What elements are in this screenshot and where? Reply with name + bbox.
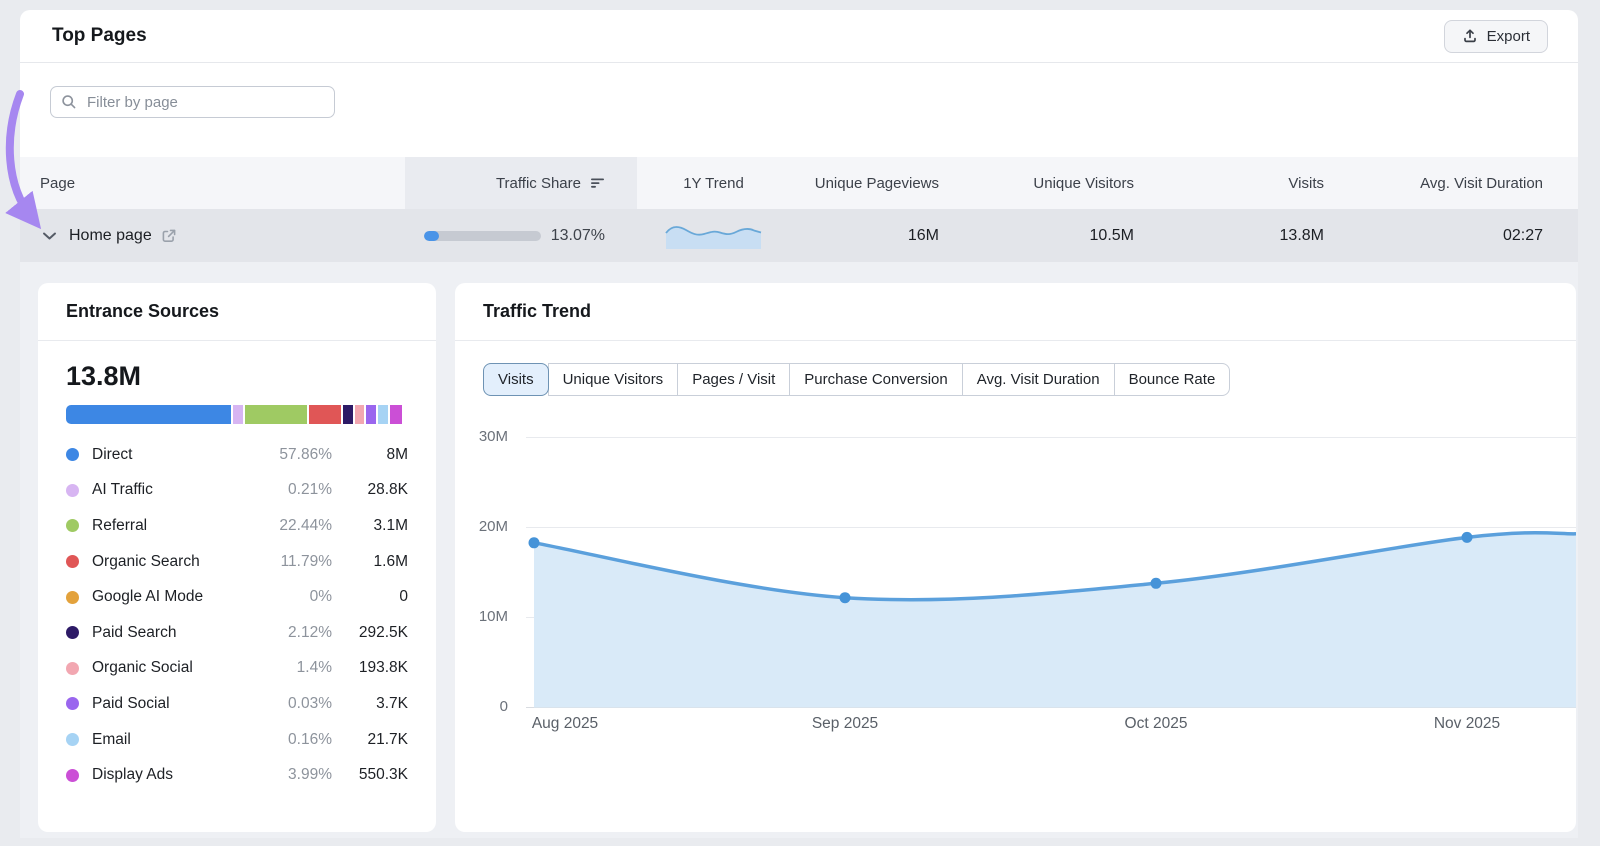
y-tick-0: 0 — [499, 698, 508, 715]
legend-dot — [66, 483, 79, 497]
tab-pages-per-visit[interactable]: Pages / Visit — [677, 363, 791, 396]
stacked-bar-segment — [378, 405, 389, 424]
column-header-unique-visitors[interactable]: Unique Visitors — [963, 157, 1158, 209]
x-tick-label: Sep 2025 — [811, 715, 879, 732]
column-header-page[interactable]: Page — [20, 157, 405, 209]
data-point-aug-2025 — [528, 537, 540, 549]
traffic-trend-title: Traffic Trend — [455, 283, 1576, 341]
x-axis-labels: Aug 2025 Sep 2025 Oct 2025 Nov 2025 — [526, 715, 1576, 737]
y-tick-30m: 30M — [478, 428, 508, 445]
filter-input[interactable] — [50, 86, 335, 118]
legend-item: Referral 22.44% 3.1M — [66, 508, 408, 544]
collapse-chevron-icon[interactable] — [42, 231, 57, 241]
legend-item: Display Ads 3.99% 550.3K — [66, 757, 408, 793]
stacked-bar-segment — [66, 405, 231, 424]
legend-dot — [66, 733, 79, 747]
legend-item: Google AI Mode 0% 0 — [66, 579, 408, 615]
1y-trend-sparkline — [664, 221, 764, 251]
legend-item: Email 0.16% 21.7K — [66, 722, 408, 758]
export-button[interactable]: Export — [1443, 19, 1548, 53]
traffic-trend-panel: Traffic Trend Visits Unique Visitors Pag… — [455, 283, 1576, 832]
tab-visits[interactable]: Visits — [483, 363, 549, 396]
table-row: Home page 13.07% 16M 10.5M 13.8M 02:27 — [20, 209, 1578, 262]
sort-descending-icon — [590, 177, 605, 189]
legend-dot — [66, 768, 79, 782]
table-header-row: Page Traffic Share 1Y Trend Unique Pagev… — [20, 157, 1578, 209]
stacked-bar-segment — [355, 405, 365, 424]
x-tick-label: Aug 2025 — [531, 715, 599, 732]
export-upload-icon — [1462, 28, 1478, 44]
legend-dot — [66, 661, 79, 675]
x-tick-label: Nov 2025 — [1433, 715, 1501, 732]
y-tick-10m: 10M — [478, 608, 508, 625]
column-header-unique-pageviews[interactable]: Unique Pageviews — [790, 157, 963, 209]
stacked-bar-segment — [308, 405, 342, 424]
legend-item: Paid Search 2.12% 292.5K — [66, 615, 408, 651]
column-header-traffic-share[interactable]: Traffic Share — [405, 157, 637, 209]
tab-bounce-rate[interactable]: Bounce Rate — [1113, 363, 1231, 396]
legend-item: Organic Search 11.79% 1.6M — [66, 544, 408, 580]
legend-dot — [66, 448, 79, 462]
traffic-share-bar — [423, 230, 541, 241]
traffic-share-value: 13.07% — [550, 226, 605, 244]
x-tick-label: Oct 2025 — [1124, 715, 1188, 732]
entrance-sources-legend: Direct 57.86% 8M AI Traffic 0.21% 28.8K Refe… — [66, 437, 408, 793]
card-header: Top Pages Export — [20, 10, 1578, 63]
legend-dot — [66, 555, 79, 569]
legend-item: AI Traffic 0.21% 28.8K — [66, 473, 408, 509]
legend-dot — [66, 626, 79, 640]
stacked-bar-segment — [343, 405, 354, 424]
legend-item: Paid Social 0.03% 3.7K — [66, 686, 408, 722]
expanded-row-details: Entrance Sources 13.8M Direct 57.86% 8M AI… — [20, 262, 1578, 838]
entrance-sources-stacked-bar — [66, 405, 408, 424]
search-icon — [61, 94, 77, 115]
legend-dot — [66, 590, 79, 604]
legend-item: Direct 57.86% 8M — [66, 437, 408, 473]
legend-item: Organic Social 1.4% 193.8K — [66, 651, 408, 687]
avg-visit-duration-value: 02:27 — [1502, 226, 1543, 244]
unique-pageviews-value: 16M — [907, 226, 939, 244]
unique-visitors-value: 10.5M — [1089, 226, 1134, 244]
data-point-nov-2025 — [1461, 531, 1473, 543]
entrance-sources-title: Entrance Sources — [38, 283, 436, 341]
export-label: Export — [1486, 27, 1530, 45]
visits-value: 13.8M — [1279, 226, 1324, 244]
page-link[interactable]: Home page — [69, 227, 177, 245]
page-name: Home page — [69, 226, 152, 244]
metric-tabs: Visits Unique Visitors Pages / Visit Pur… — [483, 363, 1231, 396]
traffic-share-header-label: Traffic Share — [495, 174, 581, 192]
external-link-icon[interactable] — [161, 228, 177, 244]
tab-unique-visitors[interactable]: Unique Visitors — [547, 363, 679, 396]
stacked-bar-segment — [366, 405, 377, 424]
tab-purchase-conversion[interactable]: Purchase Conversion — [789, 363, 963, 396]
entrance-sources-panel: Entrance Sources 13.8M Direct 57.86% 8M AI… — [38, 283, 436, 832]
data-point-sep-2025 — [839, 592, 851, 604]
visits-area-chart — [528, 530, 1576, 708]
column-header-1y-trend[interactable]: 1Y Trend — [637, 157, 790, 209]
filter-section — [20, 63, 1578, 157]
column-header-visits[interactable]: Visits — [1158, 157, 1348, 209]
column-header-avg-visit-duration[interactable]: Avg. Visit Duration — [1348, 157, 1578, 209]
entrance-sources-total: 13.8M — [66, 361, 142, 391]
stacked-bar-segment — [244, 405, 307, 424]
stacked-bar-segment — [390, 405, 403, 424]
stacked-bar-segment — [232, 405, 243, 424]
top-pages-card: Top Pages Export Page Traffic Share — [20, 10, 1578, 838]
page-title: Top Pages — [52, 25, 147, 46]
legend-dot — [66, 519, 79, 533]
tab-avg-visit-duration[interactable]: Avg. Visit Duration — [961, 363, 1115, 396]
y-tick-20m: 20M — [478, 518, 508, 535]
data-point-oct-2025 — [1150, 577, 1162, 589]
legend-dot — [66, 697, 79, 711]
